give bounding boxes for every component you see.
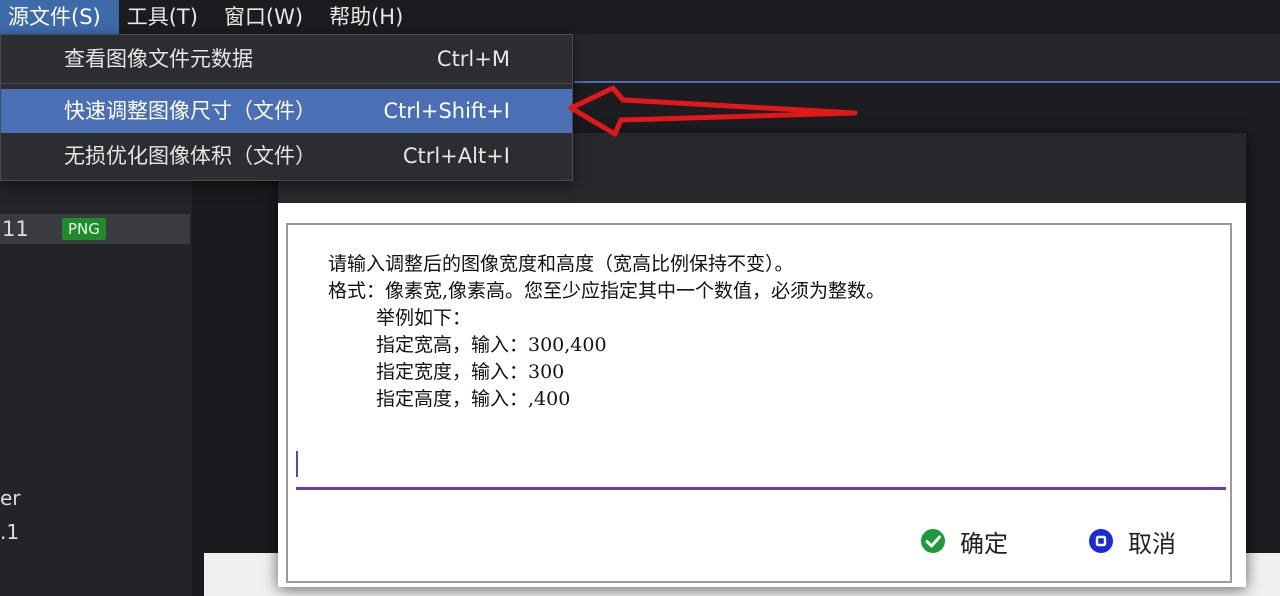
- side-text-2: .1: [0, 520, 20, 544]
- menu-separator: [1, 83, 572, 84]
- menu-source-file[interactable]: 源文件(S): [0, 0, 119, 34]
- prompt-line: 格式：像素宽,像素高。您至少应指定其中一个数值，必须为整数。: [328, 280, 886, 302]
- prompt-line: 指定高度，输入：,400: [376, 388, 571, 410]
- menu-item-shortcut: Ctrl+Alt+I: [402, 144, 510, 168]
- stop-circle-icon: [1089, 529, 1113, 553]
- prompt-line: 指定宽度，输入：300: [376, 361, 565, 383]
- resize-dialog: 请输入调整后的图像宽度和高度（宽高比例保持不变）。格式：像素宽,像素高。您至少应…: [278, 133, 1246, 587]
- side-text-1: er: [0, 486, 21, 510]
- source-file-dropdown: 查看图像文件元数据 Ctrl+M 快速调整图像尺寸（文件） Ctrl+Shift…: [0, 34, 573, 181]
- menu-item-shortcut: Ctrl+Shift+I: [383, 99, 510, 123]
- menu-item-quick-resize[interactable]: 快速调整图像尺寸（文件） Ctrl+Shift+I: [1, 89, 572, 133]
- annotation-arrow-icon: [568, 85, 858, 137]
- menu-bar: 源文件(S) 工具(T) 窗口(W) 帮助(H): [0, 0, 1280, 34]
- ok-button[interactable]: 确定: [920, 521, 1008, 561]
- dialog-prompt: 请输入调整后的图像宽度和高度（宽高比例保持不变）。格式：像素宽,像素高。您至少应…: [328, 251, 1208, 413]
- size-input[interactable]: [296, 449, 1226, 490]
- menu-item-label: 快速调整图像尺寸（文件）: [64, 99, 316, 123]
- ok-label: 确定: [960, 529, 1008, 558]
- menu-item-lossless-optimize[interactable]: 无损优化图像体积（文件） Ctrl+Alt+I: [1, 134, 572, 178]
- prompt-line: 指定宽高，输入：300,400: [376, 334, 607, 356]
- row-number: 11: [2, 217, 29, 241]
- prompt-line: 举例如下：: [376, 307, 472, 329]
- menu-tools[interactable]: 工具(T): [119, 0, 216, 34]
- tab-strip: [574, 34, 1280, 81]
- dialog-body: 请输入调整后的图像宽度和高度（宽高比例保持不变）。格式：像素宽,像素高。您至少应…: [286, 223, 1232, 583]
- text-caret: [296, 451, 298, 477]
- check-circle-icon: [921, 529, 945, 553]
- cancel-label: 取消: [1128, 529, 1176, 558]
- prompt-line: 请输入调整后的图像宽度和高度（宽高比例保持不变）。: [328, 253, 794, 275]
- menu-item-label: 无损优化图像体积（文件）: [64, 144, 316, 168]
- menu-help[interactable]: 帮助(H): [321, 0, 421, 34]
- menu-window[interactable]: 窗口(W): [216, 0, 321, 34]
- menu-item-label: 查看图像文件元数据: [64, 47, 253, 71]
- png-badge: PNG: [62, 218, 106, 240]
- file-list-row[interactable]: 11 PNG: [0, 214, 190, 244]
- cancel-button[interactable]: 取消: [1088, 521, 1176, 561]
- menu-item-view-metadata[interactable]: 查看图像文件元数据 Ctrl+M: [1, 37, 572, 81]
- menu-item-shortcut: Ctrl+M: [436, 47, 510, 71]
